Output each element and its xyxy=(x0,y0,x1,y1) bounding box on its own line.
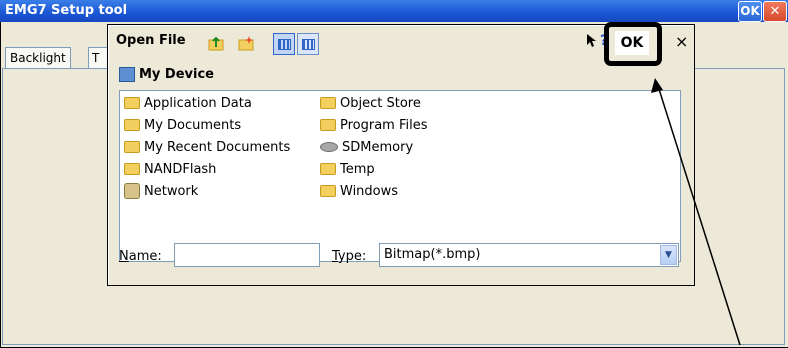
chevron-down-icon[interactable]: ▼ xyxy=(660,245,677,265)
file-name: Network xyxy=(144,183,199,199)
help-icon[interactable]: ? xyxy=(586,33,608,49)
folder-icon xyxy=(320,119,336,131)
list-item[interactable]: My Documents xyxy=(124,114,241,136)
name-label-accel: N xyxy=(119,249,129,264)
app-close-button[interactable]: ✕ xyxy=(763,1,787,22)
name-input[interactable] xyxy=(174,243,320,267)
file-name: Application Data xyxy=(144,95,252,111)
list-item[interactable]: Object Store xyxy=(320,92,421,114)
file-name: SDMemory xyxy=(342,139,414,155)
file-name: Temp xyxy=(340,161,375,177)
file-name: NANDFlash xyxy=(144,161,217,177)
folder-icon xyxy=(124,119,140,131)
folder-icon xyxy=(124,97,140,109)
location-label: My Device xyxy=(139,67,214,82)
drive-icon xyxy=(320,142,338,152)
folder-icon xyxy=(320,185,336,197)
app-titlebar: EMG7 Setup tool OK ✕ xyxy=(0,0,788,22)
list-item[interactable]: NANDFlash xyxy=(124,158,216,180)
folder-icon xyxy=(124,163,140,175)
list-item[interactable]: Application Data xyxy=(124,92,252,114)
list-item[interactable]: SDMemory xyxy=(320,136,413,158)
up-folder-icon[interactable] xyxy=(206,33,226,53)
list-view-button[interactable] xyxy=(273,33,295,55)
app-title: EMG7 Setup tool xyxy=(5,3,128,18)
tab-backlight[interactable]: Backlight xyxy=(5,47,71,68)
type-label-rest: ype: xyxy=(337,249,367,264)
open-file-dialog: Open File ? OK × My Device Application D… xyxy=(107,24,695,286)
type-label: Type: xyxy=(332,249,366,264)
details-view-button[interactable] xyxy=(297,33,319,55)
file-name: Program Files xyxy=(340,117,428,133)
file-name: My Documents xyxy=(144,117,242,133)
list-item[interactable]: Temp xyxy=(320,158,375,180)
file-name: Windows xyxy=(340,183,399,199)
file-list[interactable]: Application Data My Documents My Recent … xyxy=(119,90,681,262)
app-ok-button[interactable]: OK xyxy=(738,1,762,22)
name-label-rest: ame: xyxy=(128,249,162,264)
type-select[interactable]: Bitmap(*.bmp) ▼ xyxy=(379,243,679,267)
list-item[interactable]: Program Files xyxy=(320,114,428,136)
dialog-title: Open File xyxy=(116,33,186,48)
dialog-ok-button[interactable]: OK xyxy=(615,31,649,55)
name-label: Name: xyxy=(119,249,162,264)
folder-icon xyxy=(320,97,336,109)
list-item[interactable]: Windows xyxy=(320,180,398,202)
list-item[interactable]: My Recent Documents xyxy=(124,136,290,158)
list-item[interactable]: Network xyxy=(124,180,198,202)
dialog-close-button[interactable]: × xyxy=(675,33,688,51)
folder-icon xyxy=(124,141,140,153)
network-icon xyxy=(124,183,140,199)
folder-icon xyxy=(320,163,336,175)
type-value: Bitmap(*.bmp) xyxy=(384,247,481,262)
current-location: My Device xyxy=(119,67,214,82)
new-folder-icon[interactable] xyxy=(236,33,256,53)
file-name: My Recent Documents xyxy=(144,139,291,155)
tab-second[interactable]: T xyxy=(88,47,108,68)
device-icon xyxy=(119,67,135,82)
help-label: ? xyxy=(600,33,609,49)
file-name: Object Store xyxy=(340,95,421,111)
